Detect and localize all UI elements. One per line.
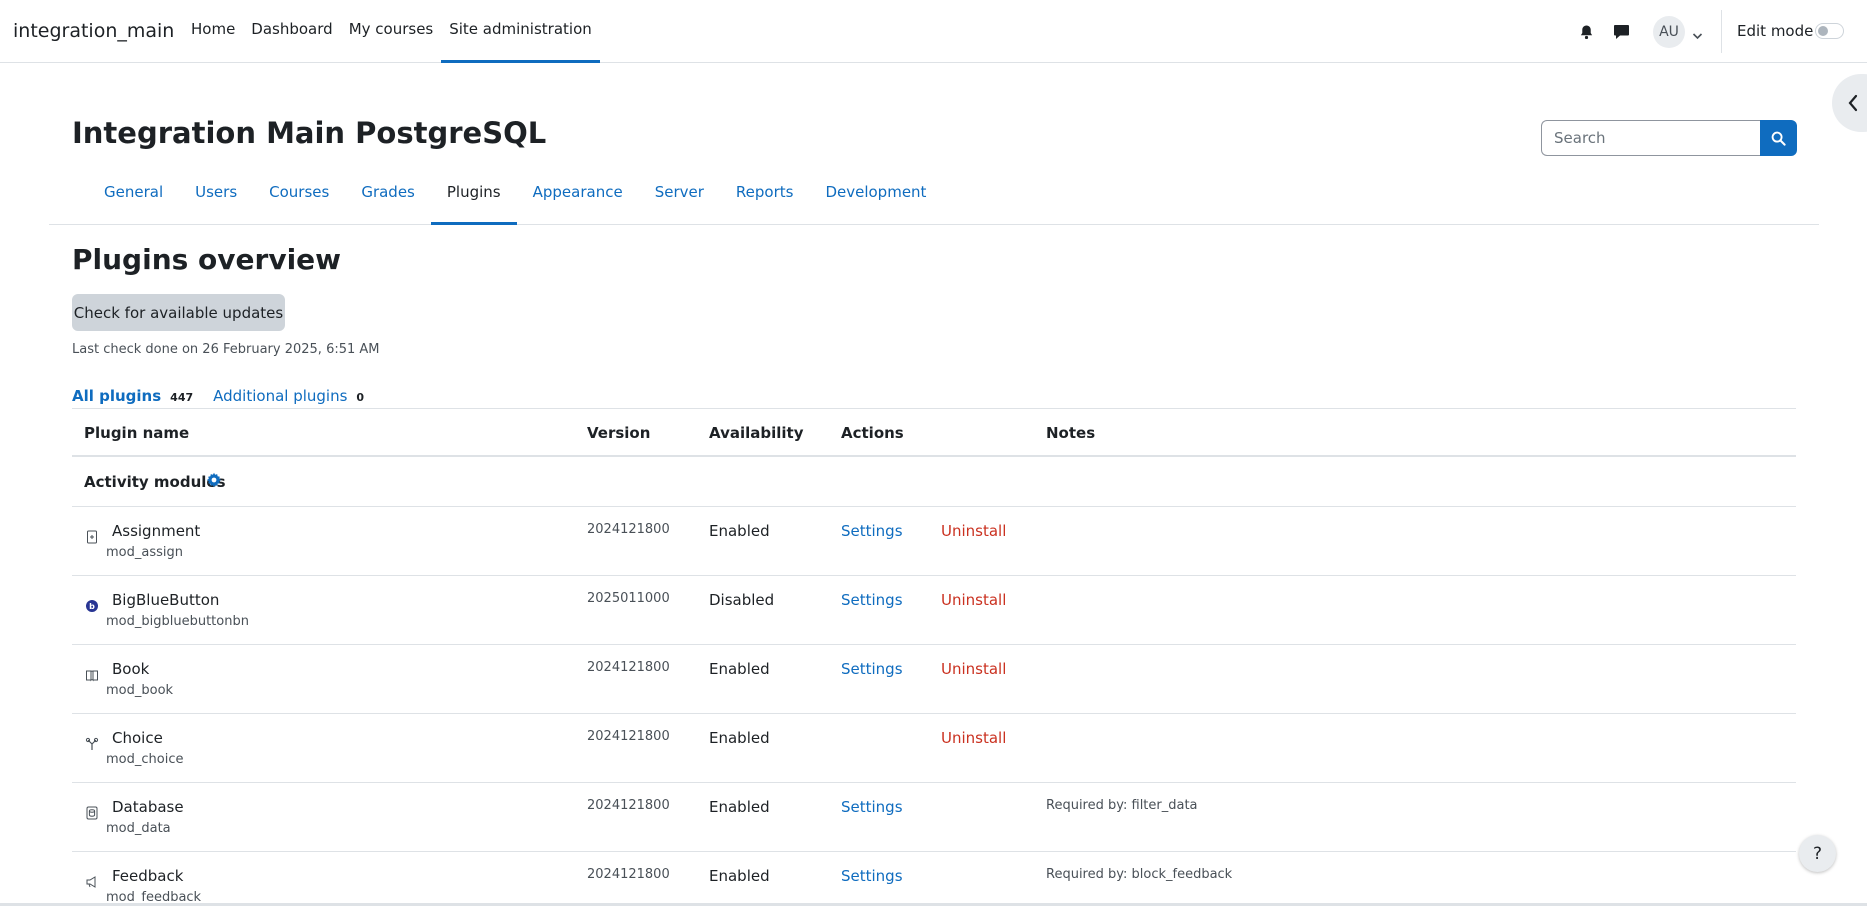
tab-server[interactable]: Server xyxy=(639,175,720,225)
check-updates-button[interactable]: Check for available updates xyxy=(72,294,285,331)
feedback-icon xyxy=(85,874,99,888)
filter-additional-plugins[interactable]: Additional plugins xyxy=(213,387,347,405)
table-row: Choice mod_choice 2024121800 Enabled Uni… xyxy=(72,714,1796,783)
plugin-name: Feedback xyxy=(112,867,184,885)
search-input[interactable] xyxy=(1541,120,1760,156)
book-icon xyxy=(85,667,99,682)
open-drawer-button[interactable] xyxy=(1832,74,1867,132)
header-availability: Availability xyxy=(709,424,804,442)
page-title: Integration Main PostgreSQL xyxy=(72,116,547,150)
last-check-text: Last check done on 26 February 2025, 6:5… xyxy=(72,342,380,357)
choice-icon xyxy=(85,736,99,750)
plugin-availability: Enabled xyxy=(709,867,770,885)
svg-text:b: b xyxy=(89,602,95,611)
edit-mode-label: Edit mode xyxy=(1737,22,1814,40)
tab-reports[interactable]: Reports xyxy=(720,175,810,225)
plugin-component: mod_bigbluebuttonbn xyxy=(106,614,249,629)
settings-link[interactable]: Settings xyxy=(841,798,903,816)
top-navbar: integration_main Home Dashboard My cours… xyxy=(0,0,1867,63)
navbar-divider xyxy=(1721,10,1722,53)
notifications-icon[interactable] xyxy=(1576,22,1596,42)
plugin-version: 2024121800 xyxy=(587,660,670,675)
plugin-availability: Enabled xyxy=(709,660,770,678)
primary-navigation: Home Dashboard My courses Site administr… xyxy=(183,0,600,63)
plugin-notes: Required by: block_feedback xyxy=(1046,867,1233,882)
table-row: Feedback mod_feedback 2024121800 Enabled… xyxy=(72,852,1796,906)
table-row: b BigBlueButton mod_bigbluebuttonbn 2025… xyxy=(72,576,1796,645)
settings-link[interactable]: Settings xyxy=(841,591,903,609)
chevron-left-icon xyxy=(1847,94,1859,116)
plugin-version: 2024121800 xyxy=(587,522,670,537)
uninstall-link[interactable]: Uninstall xyxy=(941,522,1006,540)
nav-site-administration[interactable]: Site administration xyxy=(441,0,600,63)
plugin-availability: Disabled xyxy=(709,591,775,609)
plugin-component: mod_data xyxy=(106,821,171,836)
tab-general[interactable]: General xyxy=(88,175,179,225)
help-button[interactable]: ? xyxy=(1799,835,1836,872)
plugin-availability: Enabled xyxy=(709,729,770,747)
settings-link[interactable]: Settings xyxy=(841,867,903,885)
database-icon xyxy=(85,805,99,820)
header-actions: Actions xyxy=(841,424,904,442)
search-button[interactable] xyxy=(1760,120,1797,156)
edit-mode-toggle[interactable] xyxy=(1815,23,1844,39)
tab-plugins[interactable]: Plugins xyxy=(430,175,517,225)
plugin-version: 2024121800 xyxy=(587,729,670,744)
category-name: Activity modules xyxy=(84,473,226,491)
tab-grades[interactable]: Grades xyxy=(345,175,431,225)
plugin-component: mod_choice xyxy=(106,752,184,767)
assignment-icon xyxy=(85,529,99,544)
user-avatar[interactable]: AU xyxy=(1653,16,1685,48)
plugin-version: 2025011000 xyxy=(587,591,670,606)
plugin-version: 2024121800 xyxy=(587,867,670,882)
tab-development[interactable]: Development xyxy=(809,175,942,225)
category-row: Activity modules xyxy=(72,457,1796,507)
plugin-name: Choice xyxy=(112,729,163,747)
plugin-name: Database xyxy=(112,798,184,816)
settings-link[interactable]: Settings xyxy=(841,660,903,678)
table-header: Plugin name Version Availability Actions… xyxy=(72,408,1796,457)
gear-icon[interactable] xyxy=(206,472,222,492)
plugin-name: Assignment xyxy=(112,522,201,540)
header-plugin-name: Plugin name xyxy=(84,424,190,442)
plugin-name: Book xyxy=(112,660,150,678)
tab-courses[interactable]: Courses xyxy=(253,175,345,225)
additional-plugins-count: 0 xyxy=(356,391,365,404)
nav-home[interactable]: Home xyxy=(183,0,243,63)
chevron-down-icon[interactable] xyxy=(1692,25,1703,44)
table-row: Book mod_book 2024121800 Enabled Setting… xyxy=(72,645,1796,714)
tab-users[interactable]: Users xyxy=(179,175,253,225)
table-row: Database mod_data 2024121800 Enabled Set… xyxy=(72,783,1796,852)
uninstall-link[interactable]: Uninstall xyxy=(941,729,1006,747)
nav-dashboard[interactable]: Dashboard xyxy=(243,0,340,63)
uninstall-link[interactable]: Uninstall xyxy=(941,591,1006,609)
plugin-filter-links: All plugins 447 Additional plugins 0 xyxy=(72,387,384,405)
table-row: Assignment mod_assign 2024121800 Enabled… xyxy=(72,507,1796,576)
nav-my-courses[interactable]: My courses xyxy=(341,0,442,63)
section-heading: Plugins overview xyxy=(72,243,342,276)
plugin-availability: Enabled xyxy=(709,798,770,816)
toggle-knob xyxy=(1818,26,1828,36)
plugin-component: mod_assign xyxy=(106,545,183,560)
secondary-navigation: General Users Courses Grades Plugins App… xyxy=(49,175,1819,225)
plugin-component: mod_book xyxy=(106,683,174,698)
plugin-notes: Required by: filter_data xyxy=(1046,798,1198,813)
plugin-version: 2024121800 xyxy=(587,798,670,813)
plugin-availability: Enabled xyxy=(709,522,770,540)
header-version: Version xyxy=(587,424,651,442)
plugin-name: BigBlueButton xyxy=(112,591,220,609)
messages-icon[interactable] xyxy=(1611,22,1631,42)
uninstall-link[interactable]: Uninstall xyxy=(941,660,1006,678)
search-icon xyxy=(1771,131,1786,146)
all-plugins-count: 447 xyxy=(170,391,194,404)
admin-search xyxy=(1541,120,1797,156)
site-brand-link[interactable]: integration_main xyxy=(13,20,174,42)
tab-appearance[interactable]: Appearance xyxy=(517,175,639,225)
bigbluebutton-icon: b xyxy=(85,598,99,612)
settings-link[interactable]: Settings xyxy=(841,522,903,540)
header-notes: Notes xyxy=(1046,424,1096,442)
filter-all-plugins[interactable]: All plugins xyxy=(72,387,161,405)
